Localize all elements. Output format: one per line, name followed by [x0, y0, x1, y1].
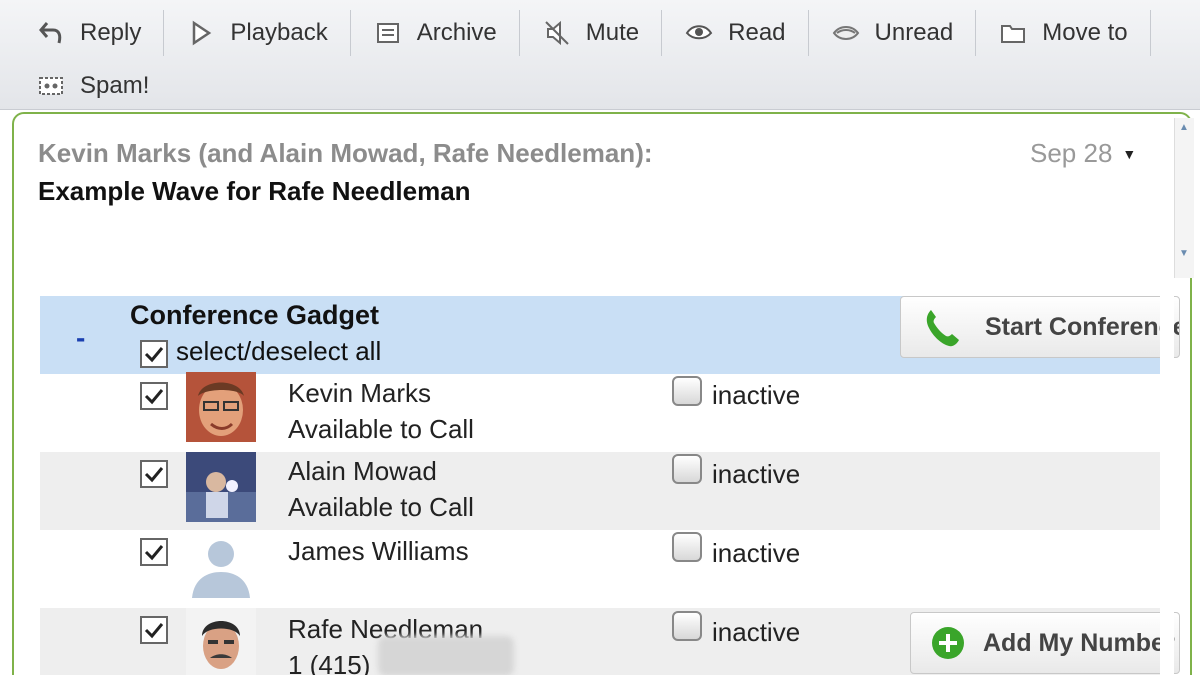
read-label: Read	[728, 19, 786, 46]
unread-icon	[831, 18, 861, 48]
checkmark-icon	[144, 623, 164, 639]
scroll-down-icon[interactable]: ▼	[1179, 248, 1191, 260]
spam-icon	[36, 71, 66, 101]
folder-icon	[998, 18, 1028, 48]
chevron-down-icon[interactable]: ▼	[1122, 146, 1136, 162]
phone-icon	[926, 310, 959, 347]
participant-checkbox[interactable]	[140, 616, 168, 644]
checkmark-icon	[144, 467, 164, 483]
unread-button[interactable]: Unread	[809, 10, 977, 56]
spam-button[interactable]: Spam!	[10, 63, 171, 109]
playback-icon	[186, 18, 216, 48]
participant-state-label: inactive	[712, 380, 801, 410]
read-button[interactable]: Read	[662, 10, 809, 56]
avatar	[186, 452, 256, 522]
participant-name: James Williams	[288, 536, 469, 566]
select-all-label: select/deselect all	[176, 336, 382, 366]
toolbar-row-1: Reply Playback Archive Mute Read Unread …	[10, 8, 1200, 58]
wave-date-label: Sep 28	[1030, 138, 1113, 168]
participant-state-checkbox[interactable]	[672, 532, 702, 562]
wave-scrollbar[interactable]: ▲ ▼	[1174, 118, 1194, 278]
participant-name: Kevin Marks	[288, 378, 432, 408]
participant-checkbox[interactable]	[140, 460, 168, 488]
playback-button[interactable]: Playback	[164, 10, 351, 56]
move-to-label: Move to	[1042, 19, 1128, 46]
mute-label: Mute	[585, 19, 640, 46]
spam-label: Spam!	[80, 72, 150, 99]
reply-label: Reply	[80, 19, 142, 46]
checkmark-icon	[144, 389, 164, 405]
participant-phone: 1 (415)	[288, 650, 371, 675]
plus-circle-icon	[932, 627, 964, 659]
participant-status: Available to Call	[288, 492, 474, 522]
start-conference-label: Start Conference	[985, 312, 1180, 341]
mute-icon	[542, 18, 572, 48]
wave-toolbar: Reply Playback Archive Mute Read Unread …	[0, 0, 1200, 110]
redacted-phone-blur	[378, 636, 514, 675]
archive-button[interactable]: Archive	[351, 10, 520, 56]
gadget-right-edge	[1160, 296, 1174, 675]
wave-title: Example Wave for Rafe Needleman	[38, 176, 471, 206]
participant-checkbox[interactable]	[140, 538, 168, 566]
start-conference-button[interactable]: Start Conference	[900, 296, 1180, 358]
participant-state-checkbox[interactable]	[672, 611, 702, 641]
default-avatar-icon	[186, 530, 256, 600]
mute-button[interactable]: Mute	[520, 10, 663, 56]
avatar	[186, 372, 256, 442]
participant-state-checkbox[interactable]	[672, 454, 702, 484]
participant-state-label: inactive	[712, 617, 801, 647]
checkmark-icon	[144, 347, 164, 363]
move-to-button[interactable]: Move to	[976, 10, 1151, 56]
select-all-checkbox[interactable]	[140, 340, 168, 368]
reply-button[interactable]: Reply	[10, 10, 165, 56]
participant-state-label: inactive	[712, 459, 801, 489]
playback-label: Playback	[230, 19, 328, 46]
gadget-title: Conference Gadget	[130, 300, 380, 330]
archive-label: Archive	[416, 19, 497, 46]
eye-icon	[684, 18, 714, 48]
checkmark-icon	[144, 545, 164, 561]
archive-icon	[373, 18, 403, 48]
wave-participants-line: Kevin Marks (and Alain Mowad, Rafe Needl…	[38, 138, 653, 168]
participant-state-label: inactive	[712, 538, 801, 568]
avatar	[186, 608, 256, 675]
participant-status: Available to Call	[288, 414, 474, 444]
collapse-toggle[interactable]: -	[76, 322, 85, 354]
add-my-number-button[interactable]: Add My Number	[910, 612, 1180, 674]
reply-icon	[36, 18, 66, 48]
unread-label: Unread	[874, 19, 954, 46]
participant-name: Alain Mowad	[288, 456, 437, 486]
wave-date[interactable]: Sep 28 ▼	[1030, 138, 1136, 169]
add-my-number-label: Add My Number	[983, 628, 1175, 657]
participant-state-checkbox[interactable]	[672, 376, 702, 406]
toolbar-row-2: Spam!	[10, 62, 1200, 110]
participant-checkbox[interactable]	[140, 382, 168, 410]
scroll-up-icon[interactable]: ▲	[1179, 122, 1191, 134]
